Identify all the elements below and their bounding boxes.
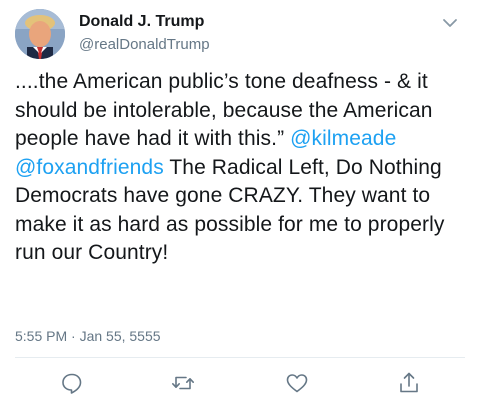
reply-button[interactable] bbox=[59, 370, 85, 396]
divider bbox=[15, 357, 465, 358]
share-button[interactable] bbox=[396, 370, 422, 396]
mention-foxandfriends[interactable]: @foxandfriends bbox=[15, 156, 164, 179]
tweet-card: Donald J. Trump @realDonaldTrump ....the… bbox=[0, 0, 480, 410]
mention-kilmeade[interactable]: @kilmeade bbox=[290, 127, 396, 150]
like-button[interactable] bbox=[284, 370, 310, 396]
timestamp[interactable]: 5:55 PM · Jan 55, 5555 bbox=[15, 327, 161, 345]
reply-icon bbox=[62, 373, 82, 394]
display-name[interactable]: Donald J. Trump bbox=[79, 12, 204, 32]
profile-photo-icon bbox=[15, 9, 65, 59]
tweet-text: ....the American public’s tone deafness … bbox=[15, 68, 470, 268]
retweet-button[interactable] bbox=[170, 370, 196, 396]
action-bar bbox=[0, 370, 480, 400]
chevron-down-icon[interactable] bbox=[442, 16, 458, 28]
heart-icon bbox=[286, 374, 308, 393]
share-icon bbox=[400, 372, 418, 393]
avatar[interactable] bbox=[15, 9, 65, 59]
user-handle[interactable]: @realDonaldTrump bbox=[79, 36, 210, 54]
retweet-icon bbox=[171, 376, 195, 390]
